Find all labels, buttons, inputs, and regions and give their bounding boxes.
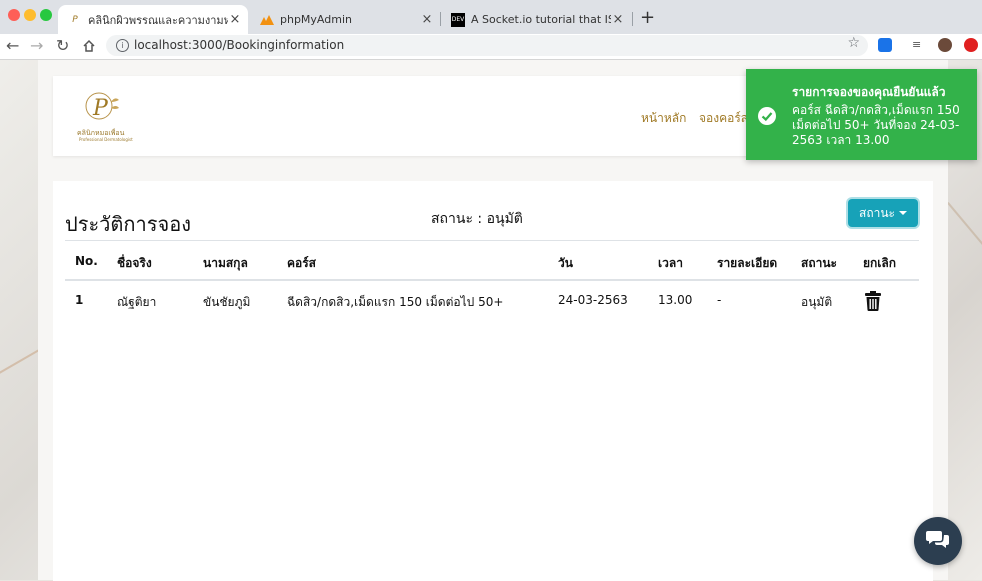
browser-tab-socketio[interactable]: DEV A Socket.io tutorial that ISN'T a × <box>441 5 631 34</box>
phpmyadmin-favicon-icon <box>260 13 274 27</box>
marble-vein <box>947 202 982 280</box>
maximize-window-button[interactable] <box>40 9 52 21</box>
column-header-status: สถานะ <box>801 256 837 270</box>
column-header-date: วัน <box>558 256 573 270</box>
tab-title: A Socket.io tutorial that ISN'T a <box>471 13 611 26</box>
column-header-cancel: ยกเลิก <box>863 256 897 270</box>
clinic-favicon-icon: P <box>72 14 78 25</box>
check-circle-icon <box>758 107 776 125</box>
minimize-window-button[interactable] <box>24 9 36 21</box>
status-button-label: สถานะ <box>859 205 895 220</box>
column-header-time: เวลา <box>658 256 683 270</box>
adblock-extension-icon[interactable] <box>964 38 978 52</box>
close-window-button[interactable] <box>8 9 20 21</box>
bookmark-star-icon[interactable]: ☆ <box>847 35 860 51</box>
reload-icon[interactable]: ↻ <box>56 36 69 55</box>
browser-toolbar: ← → ↻ i localhost:3000/Bookinginformatio… <box>0 34 982 60</box>
nav-link-book-course[interactable]: จองคอร์ส <box>699 109 748 128</box>
cell-time: 13.00 <box>658 293 693 307</box>
new-tab-button[interactable]: + <box>640 7 655 28</box>
trash-icon[interactable] <box>865 291 881 311</box>
browser-tab-clinic[interactable]: P คลินิกผิวพรรณและความงามหมอเพื่อน × <box>58 5 248 34</box>
booking-history-card: ประวัติการจอง สถานะ : อนุมัติ สถานะ No. … <box>53 181 933 581</box>
browser-tab-phpmyadmin[interactable]: phpMyAdmin × <box>250 5 440 34</box>
column-header-detail: รายละเอียด <box>717 256 778 270</box>
forward-arrow-icon[interactable]: → <box>30 36 43 55</box>
column-header-no: No. <box>75 254 98 268</box>
table-header-border <box>65 279 919 281</box>
chat-button[interactable] <box>914 517 962 565</box>
close-tab-icon[interactable]: × <box>611 12 625 27</box>
page-title: ประวัติการจอง <box>65 212 191 236</box>
cell-status: อนุมัติ <box>801 295 833 309</box>
home-icon[interactable] <box>82 36 96 57</box>
logo-subtext: Professional Dermatologist <box>79 137 133 142</box>
media-control-icon[interactable]: ≡ <box>912 38 926 52</box>
cell-last-name: ขันชัยภูมิ <box>203 295 251 309</box>
caret-down-icon <box>898 211 907 215</box>
site-info-icon[interactable]: i <box>116 39 129 52</box>
column-header-course: คอร์ส <box>287 256 317 270</box>
dev-favicon-icon: DEV <box>451 12 465 27</box>
tab-separator <box>632 12 633 26</box>
cell-detail: - <box>717 293 722 307</box>
column-header-first-name: ชื่อจริง <box>117 256 152 270</box>
cell-no: 1 <box>75 293 84 307</box>
url-text: localhost:3000/Bookinginformation <box>134 38 345 52</box>
nav-link-home[interactable]: หน้าหลัก <box>641 109 686 128</box>
profile-avatar[interactable] <box>938 38 952 52</box>
address-bar[interactable]: i localhost:3000/Bookinginformation ☆ <box>106 35 868 56</box>
cell-course: ฉีดสิว/กดสิว,เม็ดแรก 150 เม็ดต่อไป 50+ <box>287 295 504 309</box>
tab-title: คลินิกผิวพรรณและความงามหมอเพื่อน <box>88 13 228 27</box>
extension-icon[interactable] <box>878 38 892 52</box>
svg-text:P: P <box>92 96 109 121</box>
cell-first-name: ณัฐติยา <box>117 295 157 309</box>
success-toast[interactable]: รายการจองของคุณยืนยันแล้ว คอร์ส ฉีดสิว/ก… <box>746 69 977 160</box>
close-tab-icon[interactable]: × <box>228 12 242 27</box>
browser-tab-bar: P คลินิกผิวพรรณและความงามหมอเพื่อน × php… <box>0 0 982 34</box>
back-arrow-icon[interactable]: ← <box>6 36 19 55</box>
chat-bubbles-icon <box>926 529 950 553</box>
toast-title: รายการจองของคุณยืนยันแล้ว <box>792 85 946 99</box>
tab-title: phpMyAdmin <box>280 13 352 26</box>
cell-date: 24-03-2563 <box>558 293 628 307</box>
table-top-border <box>65 240 919 241</box>
column-header-last-name: นามสกุล <box>203 256 248 270</box>
status-filter-label: สถานะ : อนุมัติ <box>431 211 523 227</box>
toast-message: คอร์ส ฉีดสิว/กดสิว,เม็ดแรก 150 เม็ดต่อไป… <box>792 103 960 147</box>
status-dropdown-button[interactable]: สถานะ <box>848 199 918 227</box>
close-tab-icon[interactable]: × <box>420 12 434 27</box>
